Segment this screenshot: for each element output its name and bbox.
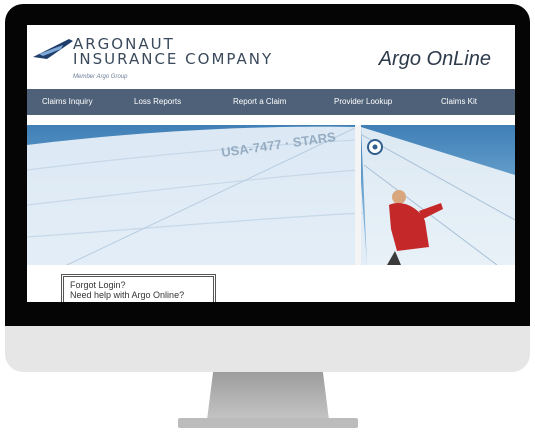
nav-report-a-claim[interactable]: Report a Claim	[233, 89, 286, 115]
logo-tagline: Member Argo Group	[73, 74, 128, 80]
monitor-chin	[5, 326, 530, 372]
nav-loss-reports[interactable]: Loss Reports	[134, 89, 181, 115]
forgot-login-link[interactable]: Forgot Login?	[70, 280, 207, 290]
site-header: ARGONAUT INSURANCE COMPANY Member Argo G…	[27, 25, 515, 88]
monitor-screen: ARGONAUT INSURANCE COMPANY Member Argo G…	[27, 25, 515, 302]
argonaut-logo-icon	[33, 39, 73, 59]
company-logo[interactable]: ARGONAUT INSURANCE COMPANY	[73, 37, 273, 67]
nav-bar: Claims Inquiry Loss Reports Report a Cla…	[27, 89, 515, 115]
nav-claims-kit[interactable]: Claims Kit	[441, 89, 477, 115]
product-name: Argo OnLine	[378, 48, 491, 70]
hero-sailing-image: USA-7477 · STARS	[27, 125, 515, 265]
nav-provider-lookup[interactable]: Provider Lookup	[334, 89, 392, 115]
need-help-link[interactable]: Need help with Argo Online?	[70, 290, 207, 300]
monitor-stand-neck	[207, 372, 329, 420]
monitor-stand-base	[178, 418, 358, 428]
login-help-box: Forgot Login? Need help with Argo Online…	[61, 274, 216, 302]
nav-claims-inquiry[interactable]: Claims Inquiry	[42, 89, 93, 115]
logo-line-2: INSURANCE COMPANY	[73, 50, 274, 68]
sail-illustration: USA-7477 · STARS	[27, 125, 515, 265]
